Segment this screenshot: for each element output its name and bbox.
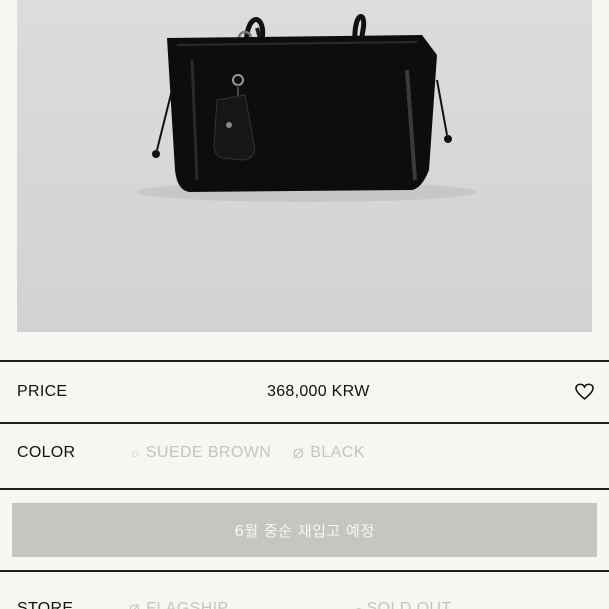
store-row: STORE Ø FLAGSHIP - SOLD OUT xyxy=(0,572,609,609)
color-option-black[interactable]: Ø BLACK xyxy=(293,444,365,462)
bag-illustration xyxy=(137,14,477,202)
divider xyxy=(0,488,609,490)
product-image xyxy=(17,0,592,332)
color-label: COLOR xyxy=(17,444,76,461)
radio-icon: ○ xyxy=(131,445,140,461)
product-detail-page: PRICE 368,000 KRW COLOR ○ SUEDE BROWN Ø … xyxy=(0,0,609,609)
restock-button[interactable]: 6월 중순 재입고 예정 xyxy=(12,503,597,557)
price-row: PRICE 368,000 KRW xyxy=(0,362,609,422)
store-label: STORE xyxy=(17,600,74,609)
heart-icon[interactable] xyxy=(575,383,594,401)
color-option-suede-brown[interactable]: ○ SUEDE BROWN xyxy=(131,444,271,462)
unavailable-icon: Ø xyxy=(129,601,141,609)
color-row: COLOR ○ SUEDE BROWN Ø BLACK xyxy=(0,423,609,483)
price-value: 368,000 KRW xyxy=(267,383,370,400)
unavailable-icon: Ø xyxy=(293,445,305,461)
color-option-label: SUEDE BROWN xyxy=(145,444,272,461)
store-status: - SOLD OUT xyxy=(356,600,452,609)
store-option-flagship[interactable]: Ø FLAGSHIP xyxy=(129,600,229,609)
color-option-label: BLACK xyxy=(310,444,365,461)
price-label: PRICE xyxy=(17,383,68,400)
store-option-label: FLAGSHIP xyxy=(146,600,229,609)
